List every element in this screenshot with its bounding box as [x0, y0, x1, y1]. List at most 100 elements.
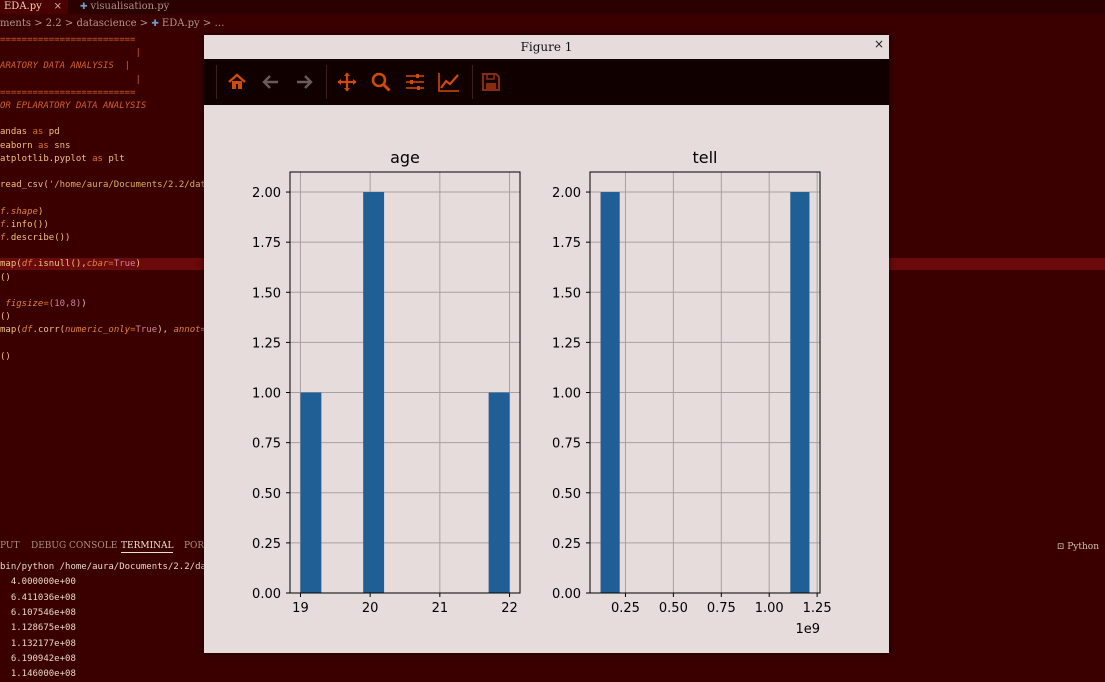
tab-visualisation-py[interactable]: ✚ visualisation.py	[72, 0, 182, 14]
histogram-bar	[600, 192, 620, 594]
code-token: ),	[157, 325, 174, 336]
tab-terminal[interactable]: TERMINAL	[121, 541, 174, 553]
code-line: ()	[0, 351, 11, 363]
histogram-bar	[488, 392, 510, 593]
breadcrumb-item[interactable]: EDA.py	[162, 18, 200, 29]
python-file-icon: ✚	[80, 2, 88, 12]
terminal-language-indicator[interactable]: ⊡ Python	[1057, 542, 1099, 552]
code-token: )	[135, 259, 141, 270]
save-button[interactable]	[476, 68, 506, 96]
code-token: pd	[48, 127, 60, 138]
pan-move-icon	[337, 72, 357, 92]
code-token: andas	[0, 127, 33, 138]
x-tick-label: 1.25	[803, 601, 832, 616]
terminal-line: 6.107546e+08	[0, 607, 76, 618]
histogram-plots: 19 20 21 22 0.00 0.25 0.50 0.75 1.00 1.25 1.50 1.75…	[252, 148, 832, 637]
code-token: .isnull(),	[32, 259, 87, 270]
terminal-line: 1.146000e+08	[0, 669, 76, 680]
code-token: ()	[0, 272, 11, 283]
y-tick-label: 1.00	[252, 387, 281, 402]
terminal-icon: ⊡	[1056, 542, 1068, 552]
forward-button[interactable]	[289, 68, 319, 96]
figure-window[interactable]: Figure 1 × 19 20 21 22 0.00 0.25 0.50 0.…	[204, 35, 889, 653]
code-token: map(	[0, 259, 22, 270]
code-line: f.info())	[0, 219, 49, 231]
code-token: f.	[0, 206, 11, 217]
code-token: read_csv(	[0, 180, 49, 191]
axes-background	[590, 172, 820, 593]
x-tick-label: 21	[432, 601, 449, 616]
home-icon	[228, 73, 246, 89]
code-token: f.	[0, 233, 11, 243]
plot-canvas[interactable]: 19 20 21 22 0.00 0.25 0.50 0.75 1.00 1.25 1.50 1.75…	[204, 105, 889, 653]
code-line: OR EPLARATORY DATA ANALYSIS	[0, 100, 146, 112]
code-line: atplotlib.pyplot as plt	[0, 153, 125, 165]
edit-axis-button[interactable]	[434, 68, 464, 96]
breadcrumb-item[interactable]: …	[214, 18, 224, 29]
close-icon[interactable]: ×	[873, 35, 885, 53]
y-tick-label: 1.75	[252, 236, 281, 251]
terminal-line: 6.190942e+08	[0, 653, 76, 664]
x-tick-label: 1.00	[755, 601, 784, 616]
y-tick-label: 1.00	[552, 387, 581, 402]
code-token: |	[0, 74, 141, 85]
forward-arrow-icon	[297, 75, 313, 89]
python-file-icon: ✚	[151, 19, 159, 29]
code-token: sns	[54, 140, 71, 151]
x-offset-label: 1e9	[795, 622, 820, 637]
breadcrumb-item[interactable]: datascience	[76, 18, 136, 29]
breadcrumb-separator: >	[202, 18, 212, 29]
y-tick-label: 1.25	[252, 336, 281, 351]
code-token: cbar	[86, 259, 109, 270]
breadcrumb-separator: >	[64, 18, 74, 29]
code-token: atplotlib.pyplot	[0, 153, 93, 164]
code-line: |	[0, 47, 141, 59]
breadcrumb-item[interactable]: 2.2	[46, 18, 62, 29]
toolbar-separator	[326, 65, 327, 99]
code-line: map(df.isnull(),cbar=True)	[0, 258, 141, 270]
code-token: .corr(	[32, 325, 66, 336]
code-line: ()	[0, 272, 11, 284]
y-tick-label: 0.00	[252, 587, 281, 602]
y-tick-label: 2.00	[252, 186, 281, 201]
code-token: df	[21, 325, 33, 336]
y-tick-label: 1.50	[552, 286, 581, 301]
zoom-button[interactable]	[366, 68, 396, 96]
code-token: True	[135, 325, 158, 336]
toolbar-separator	[216, 65, 217, 99]
terminal-line: 1.128675e+08	[0, 623, 76, 634]
back-arrow-icon	[262, 75, 278, 89]
code-line: ()	[0, 311, 11, 323]
tab-output[interactable]: PUT	[0, 541, 20, 551]
pan-button[interactable]	[332, 68, 362, 96]
code-token: )	[81, 299, 87, 309]
code-token: eaborn	[0, 140, 38, 151]
y-tick-label: 0.00	[552, 587, 581, 602]
x-tick-label: 20	[362, 601, 379, 616]
chart-title: tell	[692, 148, 717, 167]
y-tick-label: 1.50	[252, 286, 281, 301]
code-token: describe())	[10, 233, 71, 243]
language-label: Python	[1067, 542, 1099, 552]
code-token: info())	[10, 219, 49, 230]
home-button[interactable]	[222, 68, 252, 96]
code-line: =========================	[0, 87, 135, 99]
figure-titlebar[interactable]: Figure 1 ×	[204, 35, 889, 59]
y-tick-label: 1.25	[552, 336, 581, 351]
x-tick-label: 22	[501, 601, 518, 616]
code-token: |	[0, 48, 141, 59]
code-line: =========================	[0, 34, 135, 46]
tab-debug-console[interactable]: DEBUG CONSOLE	[31, 541, 117, 551]
code-token: (10,8)	[48, 299, 82, 309]
code-line: f.describe())	[0, 232, 70, 244]
tab-close-icon[interactable]: ×	[54, 0, 62, 14]
configure-subplots-button[interactable]	[400, 68, 430, 96]
histogram-bar	[363, 192, 385, 594]
y-tick-label: 1.75	[552, 236, 581, 251]
back-button[interactable]	[256, 68, 286, 96]
code-token: ARATORY DATA ANALYSIS |	[0, 61, 131, 72]
code-token: =========================	[0, 87, 136, 98]
tab-eda-py[interactable]: EDA.py ×	[0, 0, 68, 14]
terminal-line: 4.000000e+00	[0, 577, 76, 588]
breadcrumb-item[interactable]: ments	[0, 18, 31, 29]
